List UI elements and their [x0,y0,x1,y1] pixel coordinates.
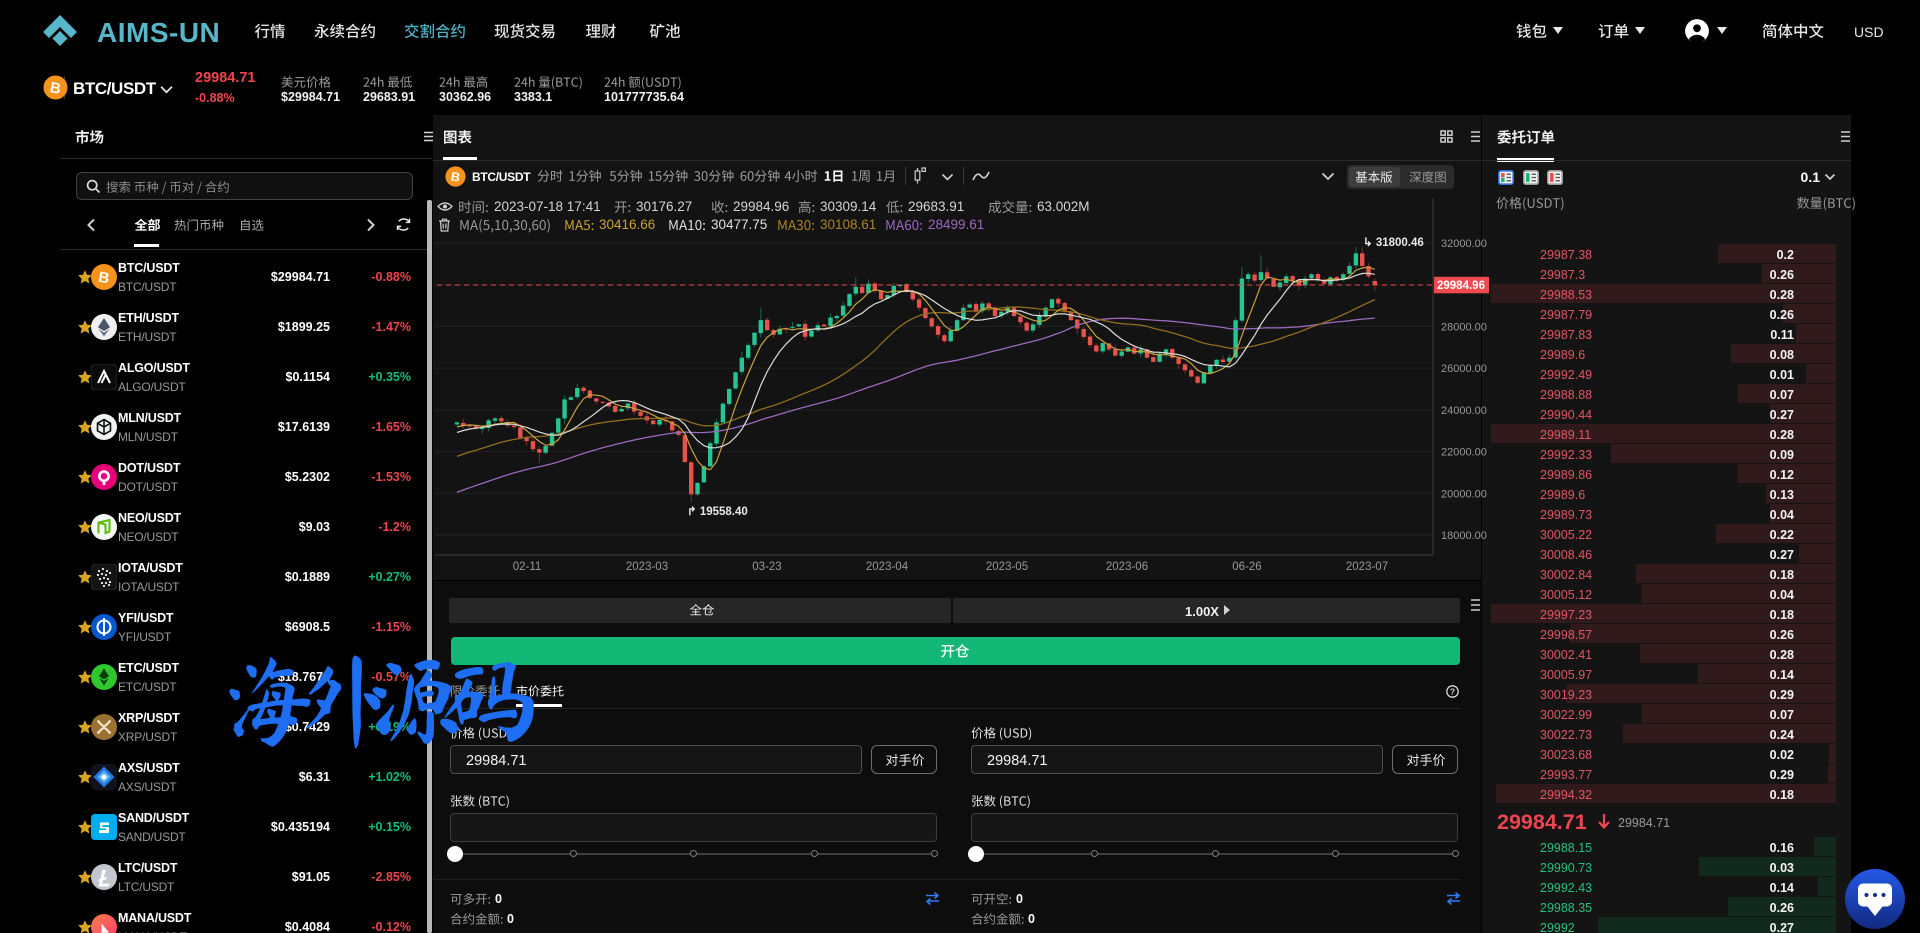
svg-text:02-11: 02-11 [513,561,542,573]
svg-text:20000.00: 20000.00 [1441,488,1487,500]
svg-text:18000.00: 18000.00 [1441,530,1487,542]
svg-text:2023-06: 2023-06 [1106,561,1148,573]
svg-text:↱ 19558.40: ↱ 19558.40 [687,505,748,518]
svg-text:29984.96: 29984.96 [1437,280,1485,292]
svg-text:2023-04: 2023-04 [866,561,909,573]
svg-text:24000.00: 24000.00 [1441,405,1487,417]
svg-text:06-26: 06-26 [1232,561,1261,573]
svg-text:22000.00: 22000.00 [1441,447,1487,459]
svg-text:?: ? [1450,686,1455,696]
svg-text:28000.00: 28000.00 [1441,321,1487,333]
svg-text:03-23: 03-23 [752,561,781,573]
svg-text:2023-07: 2023-07 [1346,561,1388,573]
svg-text:32000.00: 32000.00 [1441,238,1487,250]
svg-text:2023-03: 2023-03 [626,561,668,573]
svg-text:26000.00: 26000.00 [1441,363,1487,375]
svg-text:2023-05: 2023-05 [986,561,1028,573]
svg-text:↳ 31800.46: ↳ 31800.46 [1363,237,1424,249]
